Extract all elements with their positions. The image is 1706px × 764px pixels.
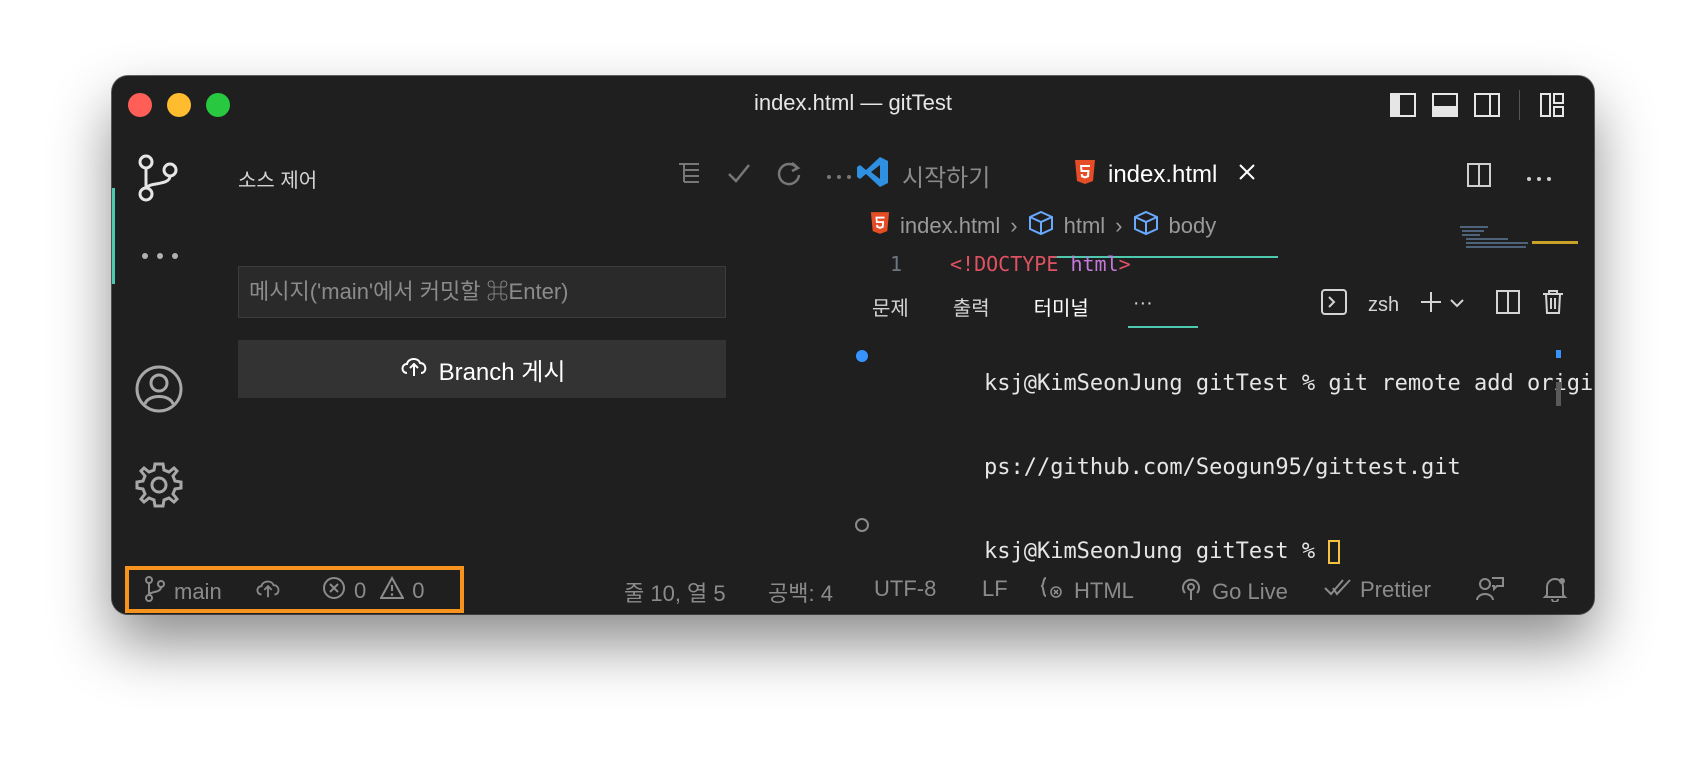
breadcrumb-html[interactable]: html <box>1064 213 1106 239</box>
chevron-right-icon: › <box>1010 213 1018 238</box>
view-as-tree-icon[interactable] <box>676 160 702 190</box>
code-line[interactable]: 1 <!DOCTYPE html> <box>890 252 1131 276</box>
toggle-primary-sidebar-icon[interactable] <box>1389 91 1417 119</box>
window-title: index.html — gitTest <box>753 90 953 115</box>
commit-message-input[interactable]: 메시지('main'에서 커밋할 ⌘Enter) <box>238 266 726 318</box>
tab-index-label: index.html <box>1108 161 1218 188</box>
html5-icon <box>1074 159 1096 192</box>
commit-check-icon[interactable] <box>726 160 752 190</box>
terminal-text: ps://github.com/Seogun95/gittest.git <box>983 455 1461 480</box>
tab-welcome-label: 시작하기 <box>902 164 991 192</box>
terminal-line: ps://github.com/Seogun95/gittest.git <box>848 426 1594 510</box>
code-token-open: <! <box>950 252 975 276</box>
annotation-highlight-box <box>125 566 464 613</box>
command-success-dot-icon[interactable] <box>856 350 868 362</box>
command-pending-dot-icon[interactable] <box>855 518 869 532</box>
shell-name[interactable]: zsh <box>1368 294 1399 317</box>
split-terminal-icon[interactable] <box>1495 289 1521 321</box>
terminal-output[interactable]: ksj@KimSeonJung gitTest % git remote add… <box>848 342 1594 594</box>
breadcrumb: index.html › html › body <box>870 210 1216 242</box>
line-number: 1 <box>890 252 903 276</box>
minimap[interactable] <box>1458 224 1578 254</box>
prettier-label: Prettier <box>1360 577 1431 602</box>
code-token-close: > <box>1118 252 1131 276</box>
go-live-label: Go Live <box>1212 579 1288 604</box>
terminal-text: ksj@KimSeonJung gitTest % git remote add… <box>983 371 1594 396</box>
language-status[interactable]: HTML <box>1040 576 1134 606</box>
editor-actions <box>1466 162 1552 192</box>
terminal-cursor <box>1328 540 1341 564</box>
editor-area: 시작하기 index.html index.html › html › body… <box>812 132 1594 566</box>
tab-terminal[interactable]: 터미널 <box>1034 292 1089 321</box>
publish-branch-label: Branch 게시 <box>438 358 566 386</box>
element-cube-icon <box>1028 210 1054 242</box>
vscode-logo-icon <box>856 155 890 196</box>
element-cube-icon <box>1133 210 1159 242</box>
refresh-icon[interactable] <box>776 160 802 190</box>
breadcrumb-file[interactable]: index.html <box>900 213 1000 239</box>
terminal-icon <box>1320 288 1348 322</box>
prettier-status[interactable]: Prettier <box>1324 576 1431 604</box>
source-control-icon[interactable] <box>134 152 182 208</box>
cloud-upload-icon <box>399 353 429 386</box>
editor-more-icon[interactable] <box>1526 168 1552 187</box>
close-tab-icon[interactable] <box>1237 161 1257 189</box>
customize-layout-icon[interactable] <box>1538 91 1566 119</box>
scrollbar-marker <box>1556 350 1561 358</box>
title-bar: index.html — gitTest <box>112 76 1594 132</box>
tab-welcome[interactable]: 시작하기 <box>856 154 990 196</box>
tab-index-html[interactable]: index.html <box>1074 154 1257 196</box>
tab-problems[interactable]: 문제 <box>872 292 909 321</box>
notifications-bell-icon[interactable] <box>1542 576 1568 602</box>
account-icon[interactable] <box>134 364 184 418</box>
code-token-doctype: DOCTYPE <box>974 252 1059 276</box>
language-braces-icon <box>1040 576 1066 606</box>
indentation-status[interactable]: 공백: 4 <box>768 576 833 608</box>
publish-branch-button[interactable]: Branch 게시 <box>238 340 726 398</box>
chevron-right-icon: › <box>1115 213 1123 238</box>
panel-actions: zsh <box>1320 288 1594 322</box>
toggle-panel-icon[interactable] <box>1431 91 1459 119</box>
go-live-button[interactable]: Go Live <box>1178 576 1288 608</box>
double-check-icon <box>1324 576 1352 604</box>
active-indicator <box>112 188 115 284</box>
html5-icon <box>870 211 890 241</box>
tab-output[interactable]: 출력 <box>953 292 990 321</box>
toggle-secondary-sidebar-icon[interactable] <box>1473 91 1501 119</box>
chevron-down-icon[interactable] <box>1449 294 1465 317</box>
cursor-position[interactable]: 줄 10, 열 5 <box>624 576 726 608</box>
tab-more[interactable]: ··· <box>1133 292 1153 321</box>
source-control-sidebar: 소스 제어 메시지('main'에서 커밋할 ⌘Enter) Branch 게시 <box>206 132 896 566</box>
layout-controls <box>1389 90 1566 120</box>
code-token-html: html <box>1070 252 1119 276</box>
divider <box>1519 90 1520 120</box>
active-panel-underline <box>1128 326 1198 328</box>
terminal-scrollbar[interactable] <box>1556 382 1561 406</box>
panel-tabs: 문제 출력 터미널 ··· <box>872 292 1153 321</box>
trash-icon[interactable] <box>1541 289 1565 321</box>
settings-gear-icon[interactable] <box>134 460 184 514</box>
eol-status[interactable]: LF <box>982 576 1008 602</box>
encoding-status[interactable]: UTF-8 <box>874 576 936 602</box>
more-icon[interactable] <box>140 246 180 265</box>
feedback-icon[interactable] <box>1476 576 1504 602</box>
new-terminal-icon[interactable] <box>1419 290 1443 320</box>
terminal-line: ksj@KimSeonJung gitTest % git remote add… <box>848 342 1594 426</box>
terminal-text: ksj@KimSeonJung gitTest % <box>983 539 1329 564</box>
sidebar-title: 소스 제어 <box>238 170 318 192</box>
broadcast-icon <box>1178 576 1204 608</box>
activity-bar <box>112 132 206 566</box>
breadcrumb-body[interactable]: body <box>1169 213 1217 239</box>
language-name: HTML <box>1074 578 1134 603</box>
vscode-window: index.html — gitTest 소스 제어 메시지('main'에서 … <box>112 76 1594 614</box>
split-editor-icon[interactable] <box>1466 162 1492 192</box>
